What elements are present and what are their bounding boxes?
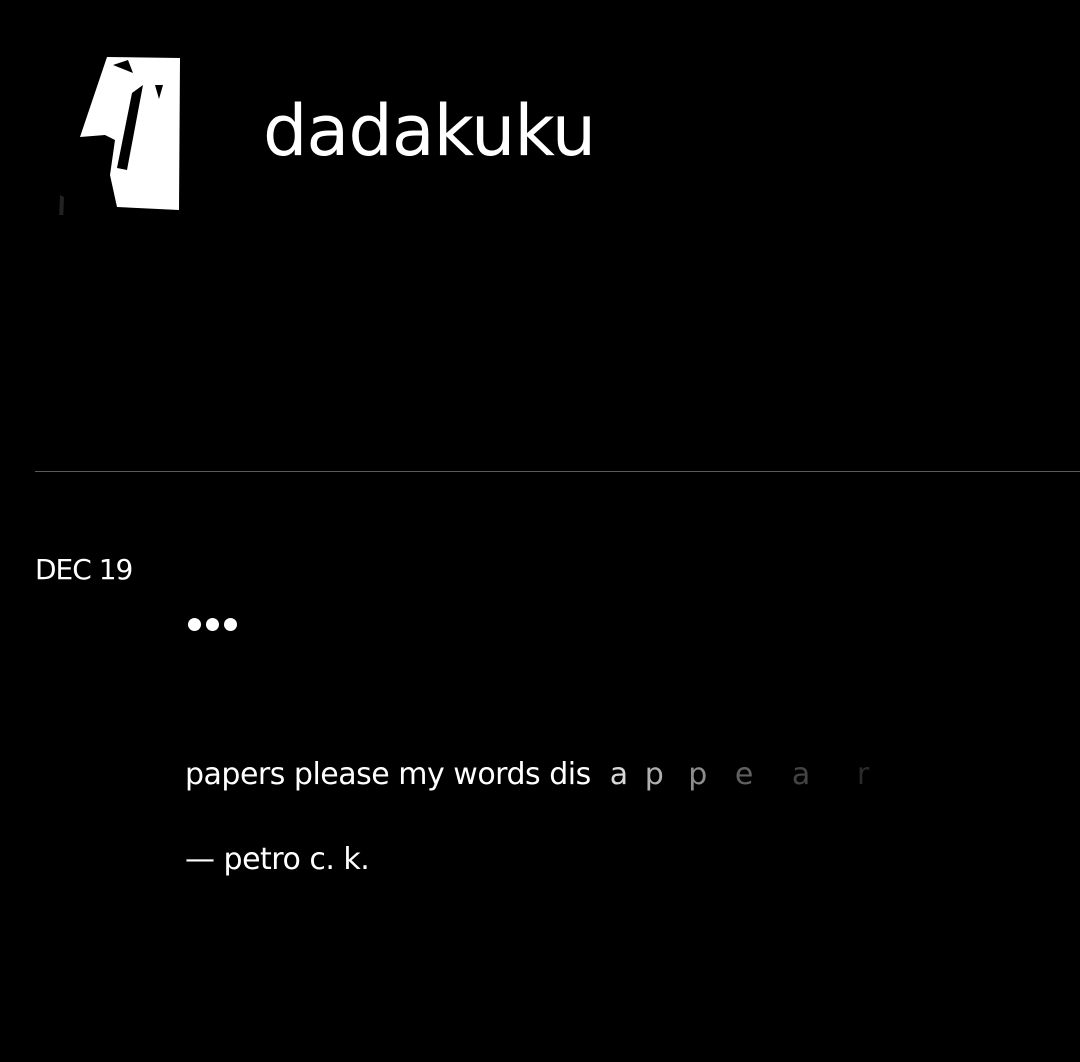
poem-attribution: — petro c. k.: [185, 842, 370, 877]
fading-letter: r: [856, 757, 869, 792]
fading-letter: p: [644, 757, 664, 792]
ellipsis-icon-dot: [206, 618, 219, 631]
ellipsis-icon-dot: [224, 618, 237, 631]
fading-letter: e: [734, 757, 753, 792]
post-menu-button[interactable]: [184, 614, 241, 635]
site-title[interactable]: dadakuku: [263, 96, 596, 166]
site-logo[interactable]: [55, 55, 185, 223]
fading-letter: p: [688, 757, 707, 792]
poem-line: papers please my words dis a p p e a r: [185, 760, 869, 790]
mask-face-logo-icon: [59, 57, 180, 223]
ellipsis-icon-dot: [188, 618, 201, 631]
header-divider: [35, 471, 1080, 472]
fading-letter: a: [791, 757, 810, 792]
fading-letter: a: [609, 757, 628, 792]
post-date: DEC 19: [35, 553, 133, 586]
poem-main-text: papers please my words dis: [185, 757, 591, 792]
